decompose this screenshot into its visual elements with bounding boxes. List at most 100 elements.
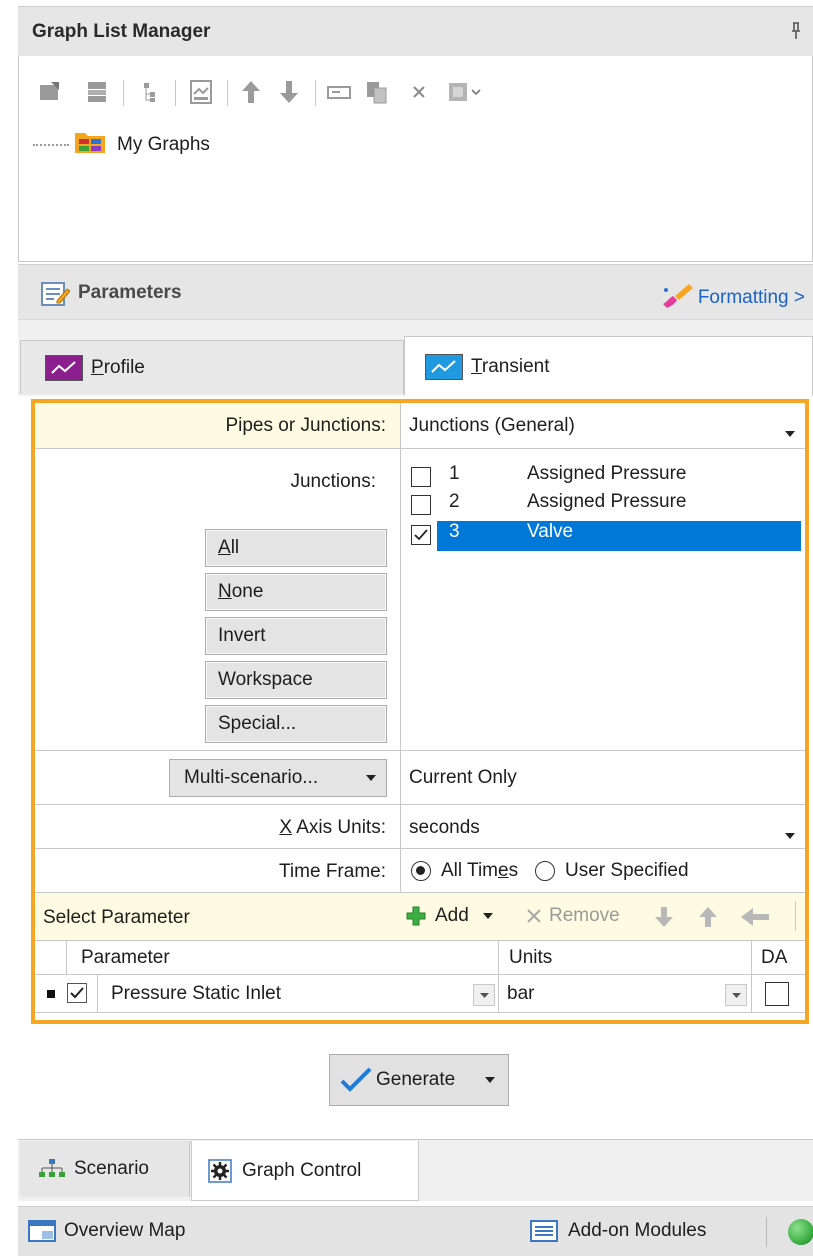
delete-icon[interactable] xyxy=(405,78,433,106)
junction-checkbox[interactable] xyxy=(411,495,431,515)
rename-icon[interactable] xyxy=(325,78,353,106)
time-frame-label-cell: Time Frame: xyxy=(35,849,401,893)
copy-icon[interactable] xyxy=(363,78,391,106)
formatting-brush-icon xyxy=(660,282,696,314)
parameter-name[interactable]: Pressure Static Inlet xyxy=(111,983,281,1005)
pipes-or-junctions-label: Pipes or Junctions: xyxy=(225,415,386,436)
graphs-folder-icon xyxy=(73,129,107,161)
move-down-icon[interactable] xyxy=(275,78,303,106)
x-axis-units-label-cell: X Axis Units: xyxy=(35,805,401,849)
tab-scenario[interactable]: Scenario xyxy=(20,1141,190,1197)
select-parameter-toolbar: Select Parameter Add Remove xyxy=(35,893,805,941)
parameter-column-header[interactable]: Parameter xyxy=(81,947,170,969)
save-graph-icon[interactable] xyxy=(187,78,215,106)
multi-scenario-button[interactable]: Multi-scenario... xyxy=(169,759,387,797)
units-dropdown-button[interactable] xyxy=(725,984,747,1006)
multi-scenario-label: Multi-scenario... xyxy=(184,767,319,788)
dropdown-arrow-icon xyxy=(785,421,795,443)
units-value[interactable]: bar xyxy=(507,983,534,1005)
column-divider xyxy=(498,941,499,974)
add-parameter-button[interactable]: Add xyxy=(405,905,493,927)
new-list-icon[interactable] xyxy=(83,78,111,106)
toolbar-separator xyxy=(795,901,796,931)
remove-parameter-button[interactable]: Remove xyxy=(525,905,620,927)
remove-icon xyxy=(527,909,541,923)
junction-checkbox[interactable] xyxy=(411,467,431,487)
tab-graph-control[interactable]: Graph Control xyxy=(191,1141,419,1201)
scenario-tree-icon xyxy=(39,1159,65,1177)
pipes-or-junctions-label-cell: Pipes or Junctions: xyxy=(35,403,401,449)
toolbar-separator xyxy=(227,80,228,106)
status-bar: Overview Map Add-on Modules xyxy=(18,1206,813,1256)
tab-label: Transient xyxy=(471,355,550,377)
row-indicator-icon xyxy=(47,990,55,998)
parameter-dropdown-button[interactable] xyxy=(473,984,495,1006)
pin-icon[interactable] xyxy=(787,20,805,42)
select-parameter-label: Select Parameter xyxy=(43,907,190,928)
da-column-header[interactable]: DA xyxy=(761,947,787,969)
move-parameter-up-icon[interactable] xyxy=(697,905,719,935)
user-specified-radio[interactable]: User Specified xyxy=(535,860,689,882)
junctions-label: Junctions: xyxy=(290,471,376,492)
tree-item-my-graphs[interactable]: My Graphs xyxy=(33,130,210,160)
move-parameter-left-icon[interactable] xyxy=(739,906,771,934)
tab-transient[interactable]: Transient xyxy=(404,336,813,396)
junction-number: 3 xyxy=(449,521,460,542)
tab-profile[interactable]: Profile xyxy=(20,340,404,394)
formatting-link[interactable]: Formatting > xyxy=(660,282,805,314)
pipes-or-junctions-value: Junctions (General) xyxy=(409,415,575,436)
time-frame-label: Time Frame: xyxy=(279,861,386,882)
generate-label: Generate xyxy=(376,1069,456,1090)
table-row[interactable]: Pressure Static Inlet bar xyxy=(35,975,805,1013)
all-times-label: All Times xyxy=(441,860,519,881)
multi-scenario-cell: Multi-scenario... xyxy=(35,751,401,805)
graph-parameters-panel: Pipes or Junctions: Junctions (General) … xyxy=(31,399,809,1024)
move-parameter-down-icon[interactable] xyxy=(653,905,675,935)
status-separator xyxy=(766,1217,767,1247)
select-none-button[interactable]: None xyxy=(205,573,387,611)
tree-item-label: My Graphs xyxy=(117,134,210,155)
special-selection-button[interactable]: Special... xyxy=(205,705,387,743)
junction-number: 1 xyxy=(449,463,460,484)
tab-label: Profile xyxy=(91,356,145,378)
add-on-modules-button[interactable]: Add-on Modules xyxy=(530,1219,706,1243)
column-divider xyxy=(751,941,752,974)
all-times-radio[interactable]: All Times xyxy=(411,860,518,882)
x-axis-units-select[interactable]: seconds xyxy=(401,805,805,849)
column-divider xyxy=(751,975,752,1012)
parameter-row-checkbox[interactable] xyxy=(67,983,87,1003)
units-column-header[interactable]: Units xyxy=(509,947,552,969)
junction-checkbox[interactable] xyxy=(411,525,431,545)
move-up-icon[interactable] xyxy=(237,78,265,106)
checkmark-icon xyxy=(340,1067,372,1092)
multi-scenario-value-cell: Current Only xyxy=(401,751,805,805)
select-all-button[interactable]: All xyxy=(205,529,387,567)
junction-list-item[interactable]: 3 Valve xyxy=(407,521,801,551)
junctions-list[interactable]: 1 Assigned Pressure 2 Assigned Pressure … xyxy=(401,449,805,751)
pipes-or-junctions-select[interactable]: Junctions (General) xyxy=(401,403,805,449)
junction-list-item[interactable]: 1 Assigned Pressure xyxy=(407,461,801,491)
status-light-icon xyxy=(788,1219,813,1245)
user-specified-label: User Specified xyxy=(565,860,689,881)
transient-graph-icon xyxy=(425,353,463,380)
formatting-link-label: Formatting > xyxy=(697,287,805,308)
dropdown-arrow-icon xyxy=(482,913,493,919)
generate-button[interactable]: Generate xyxy=(329,1054,509,1106)
da-checkbox[interactable] xyxy=(765,982,789,1006)
invert-selection-button[interactable]: Invert xyxy=(205,617,387,655)
tree-icon[interactable] xyxy=(135,78,163,106)
add-icon xyxy=(406,906,426,926)
column-divider xyxy=(498,975,499,1012)
multi-scenario-value: Current Only xyxy=(409,767,517,788)
radio-button[interactable] xyxy=(535,861,555,881)
tree-connector xyxy=(33,144,69,146)
overview-map-label: Overview Map xyxy=(64,1220,186,1241)
overview-map-button[interactable]: Overview Map xyxy=(28,1219,185,1243)
radio-button[interactable] xyxy=(411,861,431,881)
dropdown-arrow-icon xyxy=(485,1077,496,1083)
junction-list-item[interactable]: 2 Assigned Pressure xyxy=(407,491,801,521)
folder-options-icon[interactable] xyxy=(443,78,487,106)
new-graph-icon[interactable] xyxy=(37,78,65,106)
workspace-selection-button[interactable]: Workspace xyxy=(205,661,387,699)
toolbar-separator xyxy=(123,80,124,106)
